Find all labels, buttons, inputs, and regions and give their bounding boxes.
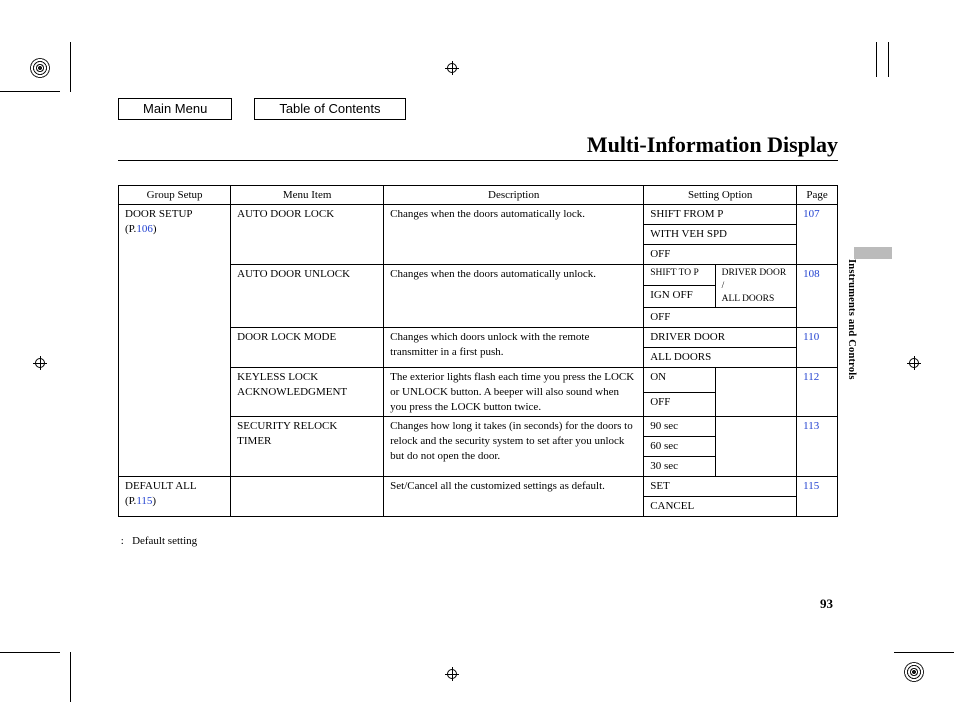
crop-mark <box>70 42 71 92</box>
nav-button-row: Main Menu Table of Contents <box>118 98 838 120</box>
section-tab-label: Instruments and Controls <box>843 259 857 380</box>
setting-option: SET <box>644 477 797 497</box>
page-ref-suffix: ) <box>153 223 157 235</box>
group-default-all: DEFAULT ALL (P.115) <box>119 477 231 517</box>
setting-option-line: DRIVER DOOR / <box>722 268 787 291</box>
toc-button[interactable]: Table of Contents <box>254 98 405 120</box>
description: Changes how long it takes (in seconds) f… <box>384 417 644 477</box>
footnote: : Default setting <box>118 535 838 547</box>
setting-option-line: ALL DOORS <box>722 294 775 304</box>
setting-option: 90 sec <box>644 417 715 437</box>
setting-option: IGN OFF <box>644 285 715 308</box>
description: Set/Cancel all the customized settings a… <box>384 477 644 517</box>
page-ref-suffix: ) <box>152 495 156 507</box>
setting-option: SHIFT FROM P <box>644 205 797 225</box>
page-number: 93 <box>820 596 833 612</box>
setting-option: ALL DOORS <box>644 348 797 368</box>
page-ref-link[interactable]: 106 <box>136 223 153 235</box>
col-desc: Description <box>384 185 644 205</box>
setting-option-blank <box>715 417 797 477</box>
menu-item-line: KEYLESS LOCK <box>237 371 318 383</box>
registration-cross <box>445 667 459 681</box>
menu-item: SECURITY RELOCK TIMER <box>231 417 384 477</box>
footnote-marker: : <box>121 535 124 547</box>
setting-option: SHIFT TO P <box>644 264 715 285</box>
crop-mark <box>888 42 889 77</box>
setting-option: DRIVER DOOR <box>644 328 797 348</box>
page-ref-link[interactable]: 107 <box>803 208 820 220</box>
description: Changes which doors unlock with the remo… <box>384 328 644 368</box>
setting-option: OFF <box>644 392 715 417</box>
section-tab-marker <box>854 247 892 259</box>
col-page: Page <box>797 185 838 205</box>
menu-item: KEYLESS LOCK ACKNOWLEDGMENT <box>231 367 384 417</box>
crop-mark <box>894 652 954 653</box>
page-ref-link[interactable]: 112 <box>803 371 819 383</box>
page-title: Multi-Information Display <box>118 132 838 158</box>
page-ref-link[interactable]: 115 <box>803 480 819 492</box>
description: The exterior lights flash each time you … <box>384 367 644 417</box>
group-door-setup: DOOR SETUP (P.106) <box>119 205 231 477</box>
crop-mark <box>876 42 877 77</box>
registration-cross <box>445 61 459 75</box>
col-group: Group Setup <box>119 185 231 205</box>
page-ref-link[interactable]: 108 <box>803 268 820 280</box>
menu-item: AUTO DOOR UNLOCK <box>231 264 384 327</box>
page-ref-link[interactable]: 110 <box>803 331 819 343</box>
registration-cross <box>33 356 47 370</box>
setting-option: OFF <box>644 245 797 265</box>
settings-table: Group Setup Menu Item Description Settin… <box>118 185 838 517</box>
page-ref-prefix: (P. <box>125 223 136 235</box>
setting-option: OFF <box>644 308 797 328</box>
print-registration-mark <box>30 58 50 78</box>
menu-item-line: ACKNOWLEDGMENT <box>237 386 347 398</box>
menu-item-blank <box>231 477 384 517</box>
main-menu-button[interactable]: Main Menu <box>118 98 232 120</box>
description: Changes when the doors automatically loc… <box>384 205 644 265</box>
crop-mark <box>0 91 60 92</box>
menu-item-line: TIMER <box>237 435 271 447</box>
table-row: DEFAULT ALL (P.115) Set/Cancel all the c… <box>119 477 838 497</box>
page-ref-link[interactable]: 115 <box>136 495 152 507</box>
group-label: DOOR SETUP <box>125 208 193 220</box>
table-header-row: Group Setup Menu Item Description Settin… <box>119 185 838 205</box>
title-divider <box>118 160 838 161</box>
setting-option: WITH VEH SPD <box>644 225 797 245</box>
description: Changes when the doors automatically unl… <box>384 264 644 327</box>
table-row: DOOR SETUP (P.106) AUTO DOOR LOCK Change… <box>119 205 838 225</box>
registration-cross <box>907 356 921 370</box>
col-item: Menu Item <box>231 185 384 205</box>
crop-mark <box>70 652 71 702</box>
page-ref-prefix: (P. <box>125 495 136 507</box>
menu-item-line: SECURITY RELOCK <box>237 420 337 432</box>
setting-option-sub: DRIVER DOOR / ALL DOORS <box>715 264 797 307</box>
col-option: Setting Option <box>644 185 797 205</box>
menu-item: AUTO DOOR LOCK <box>231 205 384 265</box>
setting-option-blank <box>715 367 797 417</box>
menu-item: DOOR LOCK MODE <box>231 328 384 368</box>
page-ref-link[interactable]: 113 <box>803 420 819 432</box>
setting-option: 60 sec <box>644 437 715 457</box>
setting-option: 30 sec <box>644 457 715 477</box>
setting-option: ON <box>644 367 715 392</box>
crop-mark <box>0 652 60 653</box>
print-registration-mark <box>904 662 924 682</box>
group-label: DEFAULT ALL <box>125 480 197 492</box>
footnote-text: Default setting <box>132 535 197 547</box>
setting-option: CANCEL <box>644 496 797 516</box>
